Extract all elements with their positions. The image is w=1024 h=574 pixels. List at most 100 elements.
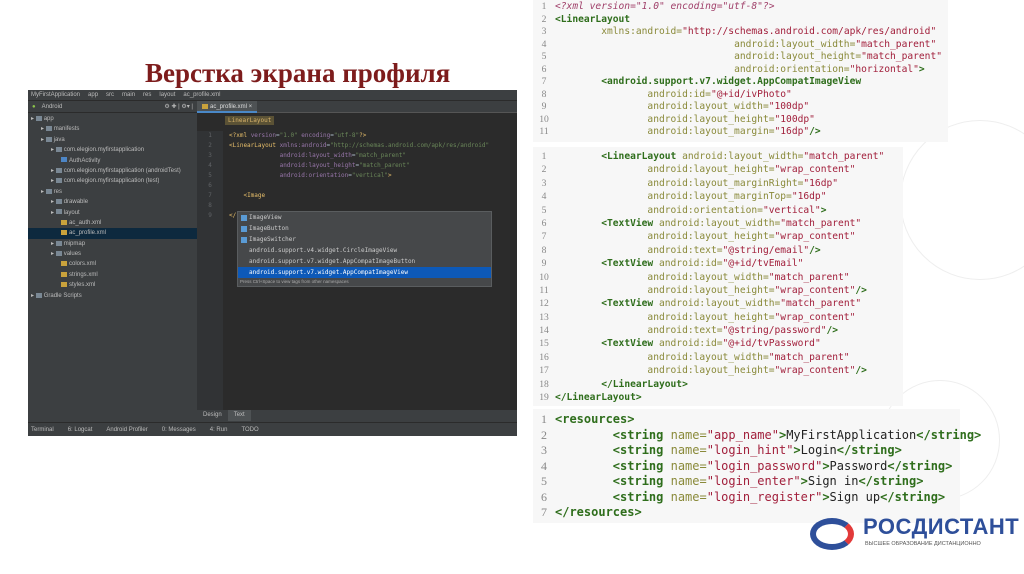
- line-gutter: 1 2 3 4 5 6 7 8 9: [197, 131, 223, 410]
- code-token: />: [809, 244, 821, 256]
- line-number: 11: [539, 284, 549, 296]
- code-token: >: [918, 63, 925, 75]
- autocomplete-item[interactable]: android.support.v7.widget.AppCompatImage…: [238, 267, 491, 278]
- code-token: </resources>: [555, 505, 642, 519]
- xml-icon: [61, 282, 67, 288]
- status-tab[interactable]: 6: Logcat: [68, 427, 93, 433]
- code-token: >: [793, 443, 801, 457]
- folder-icon: [55, 251, 62, 256]
- code-token: "wrap_content": [774, 311, 856, 323]
- design-text-tabs: Design Text: [197, 410, 251, 421]
- code-panel-linearlayout: 1 <?xml version="1.0" encoding="utf-8"?> 2…: [533, 0, 948, 142]
- line-number: 2: [541, 427, 547, 442]
- code-token: name=: [670, 443, 707, 457]
- tree-item[interactable]: ▸ res: [28, 187, 197, 197]
- breadcrumb-item[interactable]: main: [122, 92, 135, 98]
- project-tree: ▸ app ▸ manifests ▸ java ▸ com.elegion.myfi…: [28, 114, 197, 404]
- tree-item[interactable]: styles.xml: [28, 280, 197, 290]
- line-number: 7: [541, 76, 547, 87]
- line-number: 14: [539, 325, 549, 337]
- autocomplete-item[interactable]: android.support.v4.widget.CircleImageVie…: [238, 245, 491, 256]
- editor-tab-ac-profile[interactable]: ac_profile.xml ×: [197, 101, 258, 113]
- code-token: ?>: [359, 132, 367, 139]
- code-token: name=: [670, 427, 707, 442]
- autocomplete-item[interactable]: ImageView: [238, 212, 491, 223]
- code-token: </string>: [887, 458, 953, 473]
- tree-item[interactable]: ▸ com.elegion.myfirstapplication (androi…: [28, 166, 197, 176]
- tree-item[interactable]: ▸ drawable: [28, 197, 197, 207]
- code-token: <?xml version="1.0" encoding="utf-8"?>: [555, 1, 775, 12]
- tree-item[interactable]: AuthActivity: [28, 156, 197, 166]
- code-token: </string>: [836, 443, 902, 457]
- breadcrumb-item[interactable]: ac_profile.xml: [183, 92, 220, 98]
- toolbar-gear-icon[interactable]: ⚙ ✚ | ⚙▾ |: [164, 103, 193, 110]
- code-token: android:text=: [647, 325, 723, 337]
- code-token: android:layout_height=: [647, 284, 775, 296]
- line-number: 7: [541, 505, 547, 519]
- code-token: <android.support.v7.widget.AppCompatImag…: [601, 76, 862, 87]
- tree-item[interactable]: strings.xml: [28, 270, 197, 280]
- status-tab[interactable]: Android Profiler: [106, 427, 147, 433]
- tree-item[interactable]: colors.xml: [28, 259, 197, 269]
- breadcrumb-item[interactable]: MyFirstApplication: [31, 92, 80, 98]
- tree-item[interactable]: ▸ values: [28, 249, 197, 259]
- code-token: />: [855, 365, 867, 377]
- code-token: </string>: [858, 474, 924, 488]
- line-number: 5: [541, 51, 547, 62]
- line-number: 10: [539, 271, 549, 283]
- tree-item-label: ac_profile.xml: [69, 230, 107, 237]
- tree-item[interactable]: ▸ mipmap: [28, 239, 197, 249]
- line-number: 4: [541, 191, 547, 203]
- xml-breadcrumb[interactable]: LinearLayout: [225, 116, 275, 125]
- breadcrumb-item[interactable]: app: [88, 92, 98, 98]
- line-number: 6: [208, 182, 212, 189]
- line-number: 19: [539, 392, 549, 404]
- tree-item[interactable]: ▸ layout: [28, 208, 197, 218]
- line-number: 2: [541, 13, 547, 25]
- tree-item-label: Gradle Scripts: [43, 292, 82, 299]
- project-view-select[interactable]: Android: [42, 104, 63, 110]
- autocomplete-item[interactable]: ImageButton: [238, 223, 491, 234]
- code-token: <string: [612, 474, 671, 488]
- line-number: 7: [208, 192, 212, 199]
- code-token: <string: [612, 489, 671, 504]
- code-token: android:layout_height=: [647, 365, 775, 377]
- tree-item[interactable]: ▸ java: [28, 135, 197, 145]
- tree-item[interactable]: ▸ app: [28, 114, 197, 124]
- status-tab[interactable]: 4: Run: [210, 427, 228, 433]
- tree-item[interactable]: ▸ Gradle Scripts: [28, 291, 197, 301]
- status-tab[interactable]: Terminal: [31, 427, 54, 433]
- code-token: "login_register": [706, 489, 823, 504]
- status-tab[interactable]: TODO: [241, 427, 258, 433]
- code-token: android:layout_height: [279, 162, 356, 169]
- code-token: android:layout_width=: [647, 271, 769, 283]
- code-token: android:id=: [658, 338, 723, 350]
- autocomplete-item[interactable]: ImageSwitcher: [238, 234, 491, 245]
- tree-item[interactable]: ac_profile.xml: [28, 228, 197, 239]
- tree-item[interactable]: ac_auth.xml: [28, 218, 197, 228]
- tree-item[interactable]: ▸ com.elegion.myfirstapplication: [28, 145, 197, 155]
- widget-icon: [241, 214, 247, 221]
- code-text[interactable]: <?xml version="1.0" encoding="utf-8"?> <L…: [229, 131, 489, 221]
- tree-item[interactable]: ▸ com.elegion.myfirstapplication (test): [28, 176, 197, 186]
- code-token: <LinearLayout: [555, 13, 631, 25]
- tree-item[interactable]: ▸ manifests: [28, 124, 197, 134]
- breadcrumb-item[interactable]: src: [106, 92, 114, 98]
- code-token: "16dp": [774, 126, 810, 137]
- breadcrumb-item[interactable]: res: [143, 92, 151, 98]
- tab-text[interactable]: Text: [227, 410, 251, 421]
- code-token: encoding: [297, 132, 331, 139]
- autocomplete-item[interactable]: android.support.v7.widget.AppCompatImage…: [238, 256, 491, 267]
- tab-design[interactable]: Design: [197, 410, 228, 421]
- xml-icon: [61, 271, 67, 277]
- breadcrumb-item[interactable]: layout: [159, 92, 175, 98]
- autocomplete-label: ImageButton: [249, 225, 289, 232]
- code-token: Sign in: [807, 474, 859, 488]
- status-tab[interactable]: 0: Messages: [162, 427, 196, 433]
